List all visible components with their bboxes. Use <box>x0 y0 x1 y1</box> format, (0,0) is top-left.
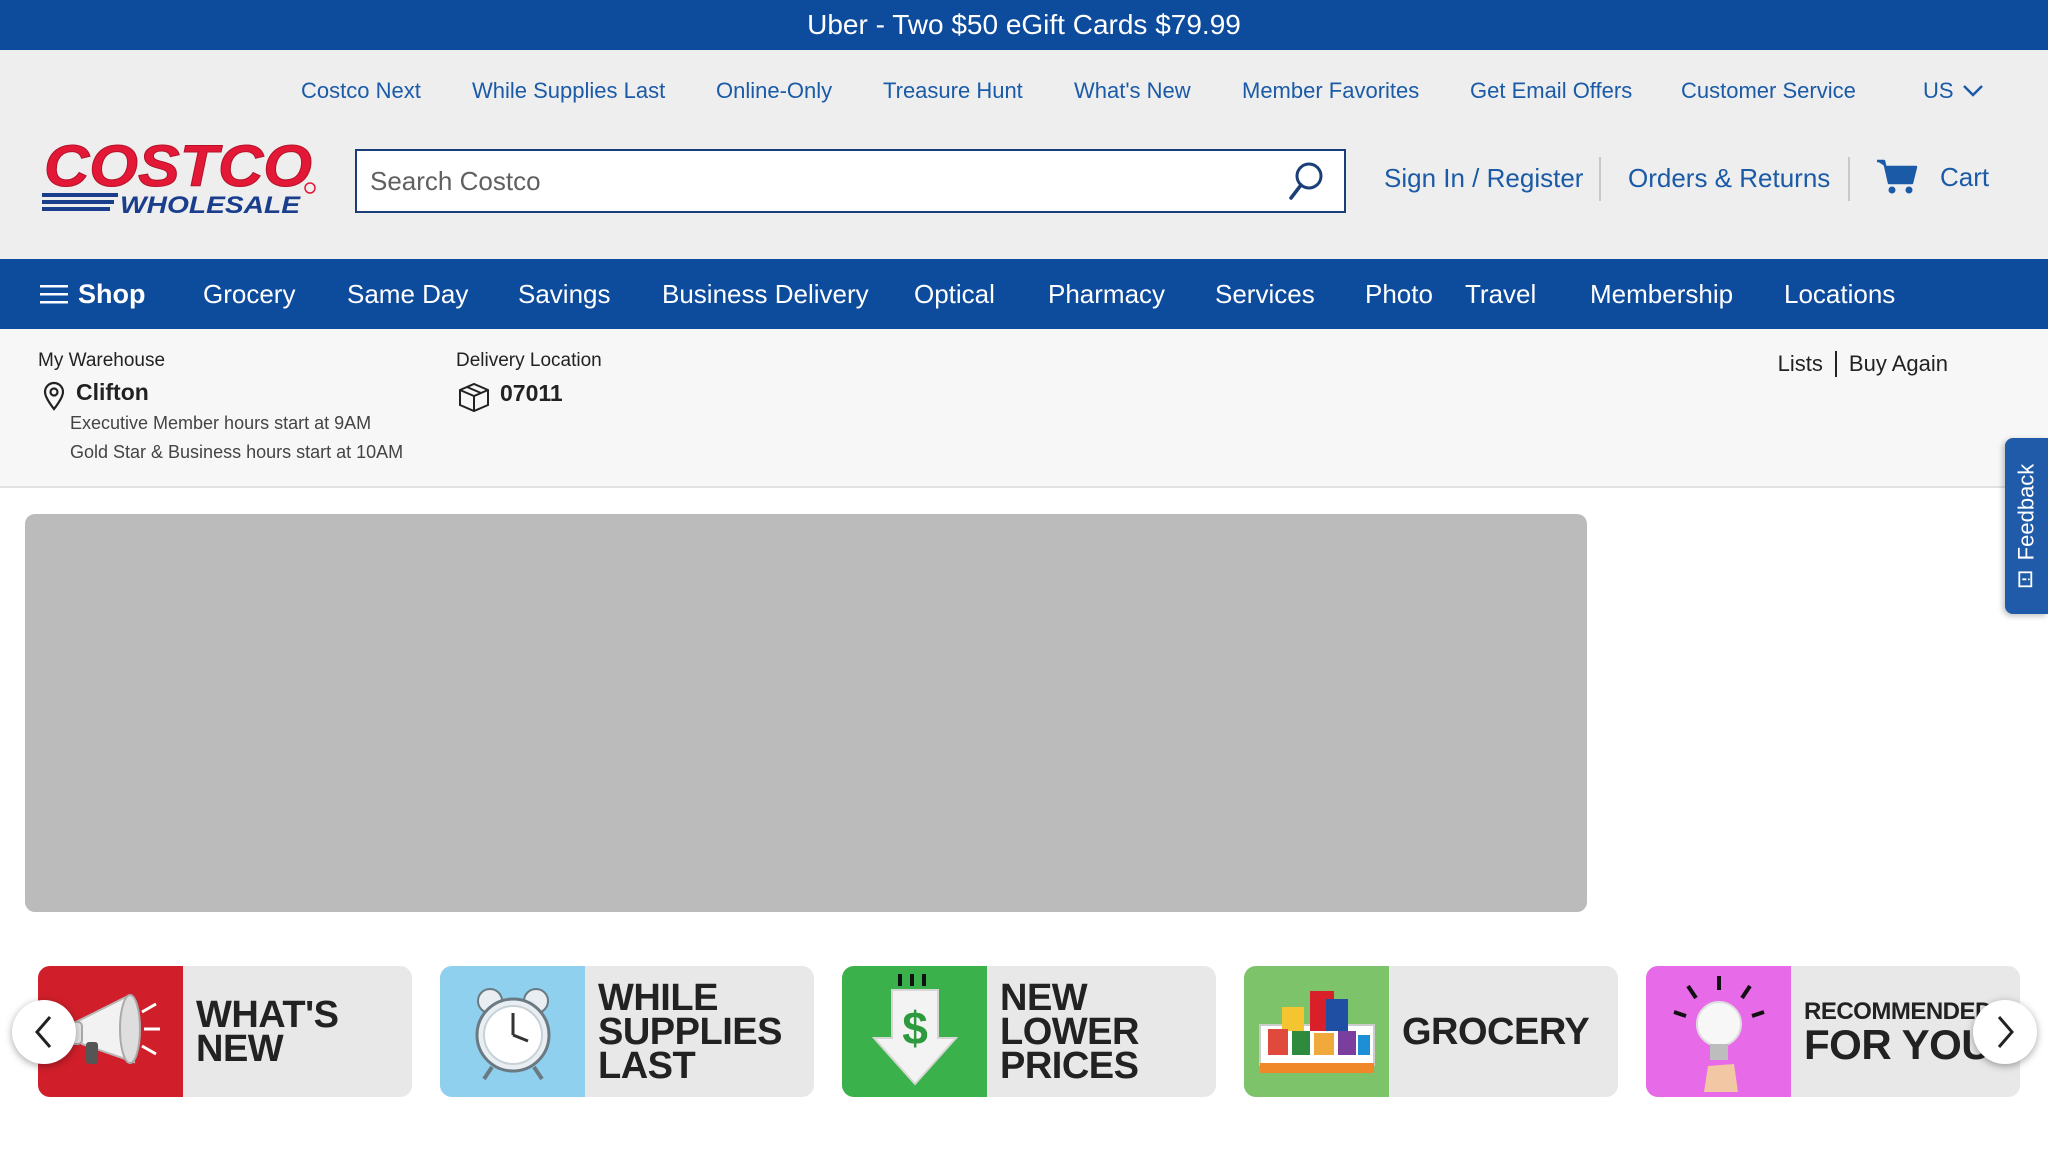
category-card-new-lower-prices[interactable]: $ NEW LOWER PRICES <box>842 966 1216 1097</box>
location-bar: My Warehouse Clifton Executive Member ho… <box>0 329 2048 488</box>
util-link-costco-next[interactable]: Costco Next <box>301 78 421 104</box>
util-link-treasure-hunt[interactable]: Treasure Hunt <box>883 78 1023 104</box>
search-icon <box>1289 162 1323 200</box>
package-box-icon <box>459 382 489 413</box>
logo-text-costco: COSTCO <box>44 134 312 199</box>
nav-membership[interactable]: Membership <box>1590 259 1733 329</box>
category-title: NEW LOWER PRICES <box>1000 976 1139 1087</box>
chevron-left-icon <box>35 1016 52 1048</box>
nav-travel[interactable]: Travel <box>1465 259 1536 329</box>
cart-label: Cart <box>1940 161 1990 192</box>
warehouse-hours-goldstar: Gold Star & Business hours start at 10AM <box>70 442 404 462</box>
location-pin-icon <box>43 381 65 411</box>
shop-menu-button[interactable]: Shop <box>40 259 146 329</box>
carousel-next-button[interactable] <box>1973 1000 2037 1064</box>
header-divider <box>1848 157 1850 201</box>
util-link-whats-new[interactable]: What's New <box>1074 78 1191 104</box>
category-card-recommended[interactable]: RECOMMENDED FOR YOU <box>1646 966 2020 1097</box>
nav-pharmacy[interactable]: Pharmacy <box>1048 259 1165 329</box>
nav-locations[interactable]: Locations <box>1784 259 1895 329</box>
category-title: GROCERY <box>1402 1010 1590 1053</box>
quick-links-divider <box>1834 351 1837 377</box>
chevron-right-icon <box>1997 1016 2014 1048</box>
price-drop-icon: $ <box>842 966 987 1097</box>
hero-banner[interactable] <box>25 514 1587 912</box>
costco-logo[interactable]: COSTCO WHOLESALE <box>38 134 318 216</box>
util-link-member-favorites[interactable]: Member Favorites <box>1242 78 1419 104</box>
chevron-down-icon <box>1962 85 1983 97</box>
carousel-prev-button[interactable] <box>12 1000 76 1064</box>
site-header: Costco Next While Supplies Last Online-O… <box>0 50 2048 260</box>
delivery-zip[interactable]: 07011 <box>500 380 563 407</box>
warehouse-name[interactable]: Clifton <box>76 379 149 406</box>
util-link-customer-service[interactable]: Customer Service <box>1681 78 1856 104</box>
buy-again-link[interactable]: Buy Again <box>1849 351 1948 377</box>
category-title: RECOMMENDED FOR YOU <box>1791 966 1992 1097</box>
category-card-grocery[interactable]: GROCERY <box>1244 966 1618 1097</box>
cart-link[interactable]: Cart <box>1876 158 1989 196</box>
util-link-online-only[interactable]: Online-Only <box>716 78 832 104</box>
sign-in-link[interactable]: Sign In / Register <box>1384 163 1583 194</box>
category-title-line2: FOR YOU <box>1804 1020 1992 1068</box>
utility-nav: Costco Next While Supplies Last Online-O… <box>0 78 2048 108</box>
alarm-clock-icon <box>440 966 585 1097</box>
nav-same-day[interactable]: Same Day <box>347 259 468 329</box>
nav-savings[interactable]: Savings <box>518 259 611 329</box>
header-divider <box>1599 157 1601 201</box>
util-link-while-supplies-last[interactable]: While Supplies Last <box>472 78 665 104</box>
search-button[interactable] <box>1276 151 1336 211</box>
warehouse-label: My Warehouse <box>38 350 166 371</box>
lists-link[interactable]: Lists <box>1778 351 1823 377</box>
category-card-while-supplies-last[interactable]: WHILE SUPPLIES LAST <box>440 966 814 1097</box>
search-input[interactable] <box>357 151 1276 211</box>
warehouse-hours-executive: Executive Member hours start at 9AM <box>70 413 372 433</box>
orders-returns-link[interactable]: Orders & Returns <box>1628 163 1830 194</box>
grocery-box-icon <box>1244 966 1389 1097</box>
delivery-label: Delivery Location <box>456 350 602 371</box>
main-nav: Shop Grocery Same Day Savings Business D… <box>0 259 2048 329</box>
nav-services[interactable]: Services <box>1215 259 1315 329</box>
promo-banner[interactable]: Uber - Two $50 eGift Cards $79.99 <box>0 0 2048 50</box>
search-bar <box>355 149 1346 213</box>
category-carousel: WHAT'S NEW WHILE SUPPLIES LAST $ NEW LOW… <box>0 966 2048 1098</box>
cart-icon <box>1877 159 1918 194</box>
svg-text:$: $ <box>902 1002 928 1054</box>
nav-grocery[interactable]: Grocery <box>203 259 295 329</box>
logo-text-wholesale: WHOLESALE <box>120 192 301 216</box>
feedback-tab[interactable]: Feedback <box>2005 438 2048 614</box>
lightbulb-icon <box>1646 966 1791 1097</box>
category-title: WHAT'S NEW <box>196 993 339 1070</box>
nav-optical[interactable]: Optical <box>914 259 995 329</box>
hamburger-icon <box>40 285 68 304</box>
nav-business-delivery[interactable]: Business Delivery <box>662 259 869 329</box>
feedback-icon <box>2018 571 2033 588</box>
region-label: US <box>1923 78 1954 103</box>
quick-links: Lists Buy Again <box>1778 351 1948 377</box>
promo-text[interactable]: Uber - Two $50 eGift Cards $79.99 <box>807 9 1241 41</box>
category-title: WHILE SUPPLIES LAST <box>598 976 782 1087</box>
shop-label: Shop <box>78 278 146 309</box>
feedback-label: Feedback <box>2013 463 2039 561</box>
region-selector[interactable]: US <box>1923 78 1984 104</box>
category-card-whats-new[interactable]: WHAT'S NEW <box>38 966 412 1097</box>
util-link-email-offers[interactable]: Get Email Offers <box>1470 78 1632 104</box>
nav-photo[interactable]: Photo <box>1365 259 1433 329</box>
